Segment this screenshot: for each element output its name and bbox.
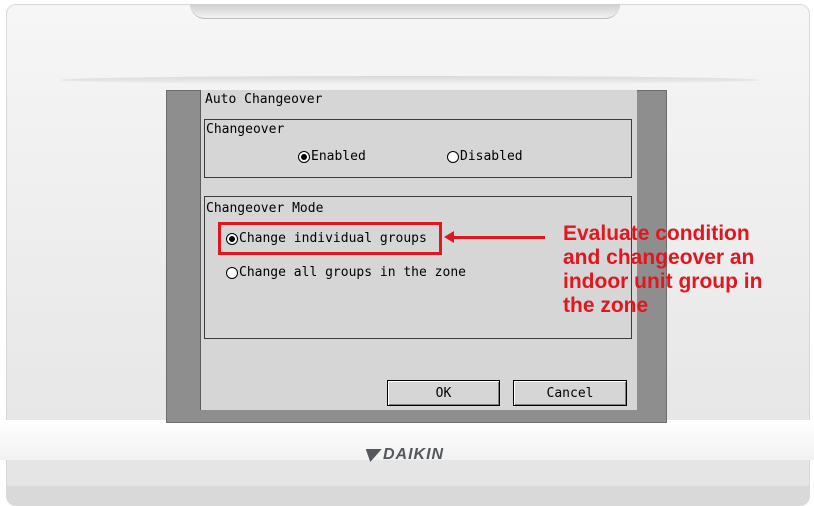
disabled-radio[interactable]: Disabled xyxy=(447,149,523,164)
enabled-radio[interactable]: Enabled xyxy=(298,149,366,164)
callout-line: the zone xyxy=(563,294,649,317)
stylus-holder xyxy=(190,4,620,19)
daikin-logo-icon xyxy=(362,448,382,462)
body-base xyxy=(6,486,810,506)
radio-unselected-icon xyxy=(226,266,238,279)
brand-name: DAIKIN xyxy=(383,446,445,463)
radio-selected-icon xyxy=(298,150,310,163)
callout-arrow-line xyxy=(452,236,545,239)
brand-logo: DAIKIN xyxy=(362,446,445,464)
ok-button[interactable]: OK xyxy=(387,380,500,406)
changeover-mode-group-label: Changeover Mode xyxy=(206,201,324,216)
body-shadow xyxy=(60,76,760,84)
callout-text: Evaluate condition and changeover an ind… xyxy=(563,222,803,318)
enabled-radio-label: Enabled xyxy=(311,149,366,164)
dialog-title: Auto Changeover xyxy=(205,92,323,107)
cancel-button[interactable]: Cancel xyxy=(513,380,627,406)
highlight-box xyxy=(218,222,442,255)
callout-line: indoor unit group in xyxy=(563,270,763,293)
change-all-groups-label: Change all groups in the zone xyxy=(239,265,466,280)
radio-unselected-icon xyxy=(447,150,459,163)
callout-line: Evaluate condition xyxy=(563,222,750,245)
changeover-group-label: Changeover xyxy=(206,122,285,137)
callout-line: and changeover an xyxy=(563,246,755,269)
disabled-radio-label: Disabled xyxy=(460,149,523,164)
change-all-groups-radio[interactable]: Change all groups in the zone xyxy=(226,265,466,280)
